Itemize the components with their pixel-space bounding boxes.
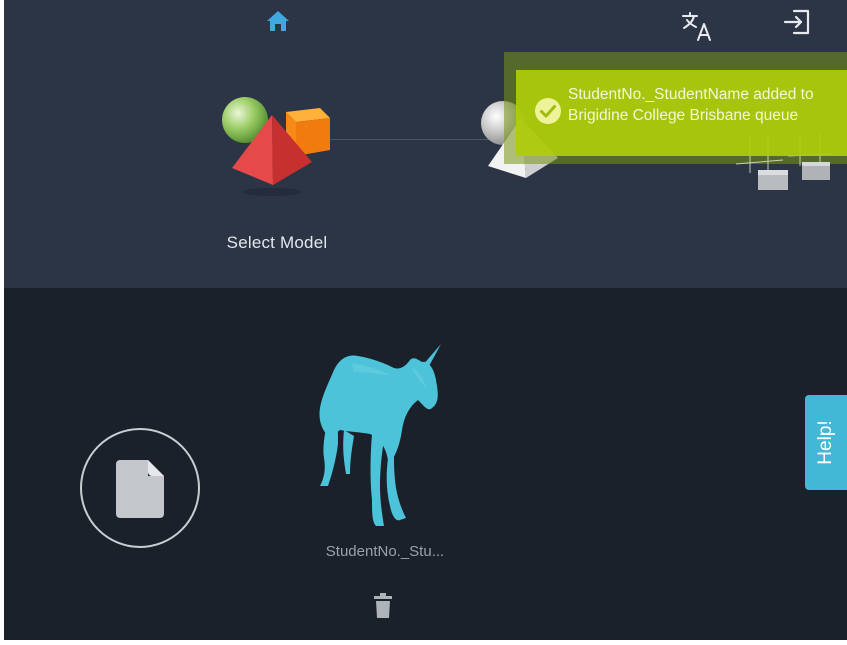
model-name-label: StudentNo._Stu... [325,543,445,560]
step-connector [330,139,490,140]
home-icon[interactable] [265,9,291,33]
help-button[interactable]: Help! [805,395,847,490]
file-icon [116,460,164,518]
notification-message: StudentNo._StudentName added to Brigidin… [568,86,814,124]
model-thumbnail[interactable] [300,340,450,535]
trash-icon[interactable] [372,592,394,620]
select-model-icon[interactable] [210,90,340,200]
select-model-label: Select Model [226,233,328,252]
check-circle-icon [535,98,561,124]
logout-icon[interactable] [782,8,812,36]
translate-icon[interactable] [680,10,714,42]
help-label: Help! [815,420,836,465]
